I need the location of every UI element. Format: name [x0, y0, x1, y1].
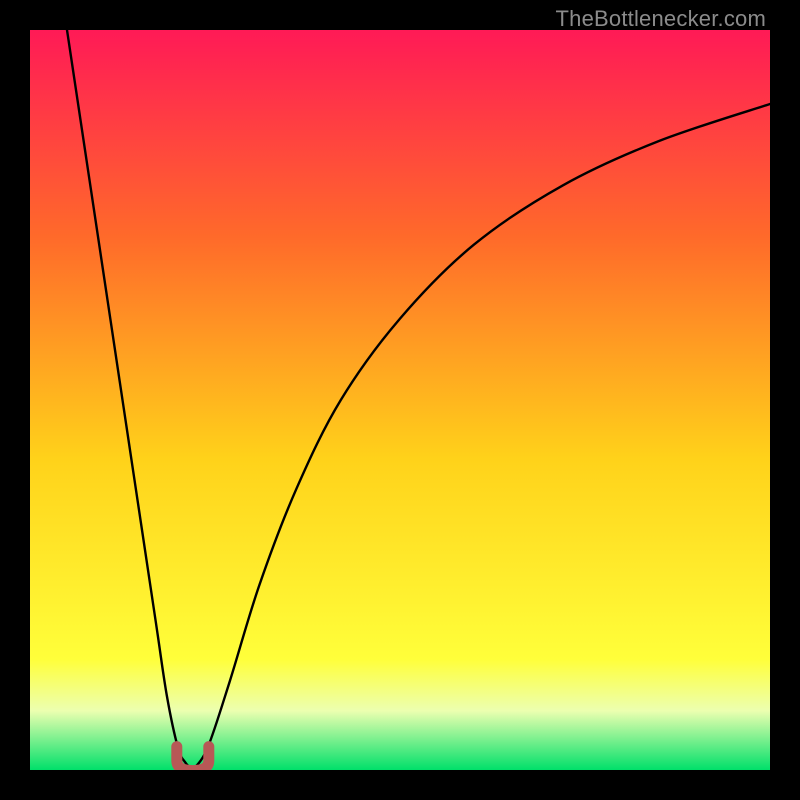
watermark-text: TheBottlenecker.com — [556, 6, 766, 32]
bottleneck-chart — [30, 30, 770, 770]
chart-frame — [30, 30, 770, 770]
